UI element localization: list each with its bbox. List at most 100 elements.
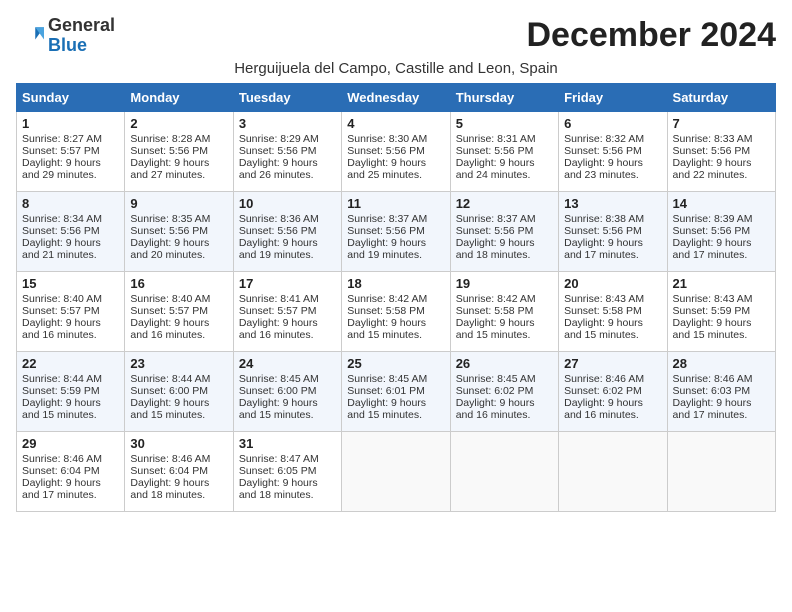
daylight: Daylight: 9 hours and 17 minutes. [564,237,643,261]
calendar-cell: 11Sunrise: 8:37 AMSunset: 5:56 PMDayligh… [342,191,450,271]
sunset: Sunset: 5:56 PM [347,225,425,237]
calendar-cell: 15Sunrise: 8:40 AMSunset: 5:57 PMDayligh… [17,271,125,351]
calendar-cell: 29Sunrise: 8:46 AMSunset: 6:04 PMDayligh… [17,431,125,511]
calendar-cell: 26Sunrise: 8:45 AMSunset: 6:02 PMDayligh… [450,351,558,431]
calendar-week-row: 22Sunrise: 8:44 AMSunset: 5:59 PMDayligh… [17,351,776,431]
sunrise: Sunrise: 8:42 AM [456,293,536,305]
daylight: Daylight: 9 hours and 15 minutes. [456,317,535,341]
sunset: Sunset: 5:56 PM [22,225,100,237]
daylight: Daylight: 9 hours and 25 minutes. [347,157,426,181]
sunrise: Sunrise: 8:43 AM [673,293,753,305]
calendar-cell [342,431,450,511]
day-number: 5 [456,116,553,131]
sunrise: Sunrise: 8:36 AM [239,213,319,225]
daylight: Daylight: 9 hours and 16 minutes. [22,317,101,341]
sunset: Sunset: 5:58 PM [456,305,534,317]
sunrise: Sunrise: 8:29 AM [239,133,319,145]
sunset: Sunset: 5:56 PM [239,145,317,157]
logo-general: General [48,15,115,35]
sunset: Sunset: 6:05 PM [239,465,317,477]
calendar-cell: 24Sunrise: 8:45 AMSunset: 6:00 PMDayligh… [233,351,341,431]
day-number: 21 [673,276,770,291]
daylight: Daylight: 9 hours and 15 minutes. [564,317,643,341]
day-number: 30 [130,436,227,451]
calendar-cell [450,431,558,511]
daylight: Daylight: 9 hours and 29 minutes. [22,157,101,181]
daylight: Daylight: 9 hours and 24 minutes. [456,157,535,181]
calendar-week-row: 1Sunrise: 8:27 AMSunset: 5:57 PMDaylight… [17,111,776,191]
day-header-saturday: Saturday [667,83,775,111]
daylight: Daylight: 9 hours and 15 minutes. [130,397,209,421]
daylight: Daylight: 9 hours and 21 minutes. [22,237,101,261]
calendar-week-row: 8Sunrise: 8:34 AMSunset: 5:56 PMDaylight… [17,191,776,271]
sunset: Sunset: 6:03 PM [673,385,751,397]
sunset: Sunset: 6:02 PM [564,385,642,397]
sunrise: Sunrise: 8:37 AM [456,213,536,225]
sunset: Sunset: 5:59 PM [22,385,100,397]
sunset: Sunset: 5:56 PM [347,145,425,157]
sunset: Sunset: 5:56 PM [564,225,642,237]
sunrise: Sunrise: 8:35 AM [130,213,210,225]
sunrise: Sunrise: 8:38 AM [564,213,644,225]
sunset: Sunset: 5:59 PM [673,305,751,317]
day-number: 6 [564,116,661,131]
day-number: 4 [347,116,444,131]
calendar-cell: 13Sunrise: 8:38 AMSunset: 5:56 PMDayligh… [559,191,667,271]
day-number: 25 [347,356,444,371]
daylight: Daylight: 9 hours and 18 minutes. [456,237,535,261]
sunset: Sunset: 5:56 PM [673,145,751,157]
calendar-cell: 28Sunrise: 8:46 AMSunset: 6:03 PMDayligh… [667,351,775,431]
sunrise: Sunrise: 8:32 AM [564,133,644,145]
calendar-cell: 3Sunrise: 8:29 AMSunset: 5:56 PMDaylight… [233,111,341,191]
day-number: 1 [22,116,119,131]
header: General Blue December 2024 [16,16,776,56]
calendar-cell: 7Sunrise: 8:33 AMSunset: 5:56 PMDaylight… [667,111,775,191]
sunset: Sunset: 5:56 PM [130,145,208,157]
sunrise: Sunrise: 8:43 AM [564,293,644,305]
day-header-wednesday: Wednesday [342,83,450,111]
day-number: 15 [22,276,119,291]
sunset: Sunset: 6:04 PM [130,465,208,477]
daylight: Daylight: 9 hours and 17 minutes. [22,477,101,501]
day-number: 3 [239,116,336,131]
sunrise: Sunrise: 8:46 AM [564,373,644,385]
calendar-cell: 27Sunrise: 8:46 AMSunset: 6:02 PMDayligh… [559,351,667,431]
daylight: Daylight: 9 hours and 16 minutes. [456,397,535,421]
sunset: Sunset: 5:56 PM [456,225,534,237]
day-number: 26 [456,356,553,371]
sunset: Sunset: 6:01 PM [347,385,425,397]
calendar-cell: 6Sunrise: 8:32 AMSunset: 5:56 PMDaylight… [559,111,667,191]
day-header-friday: Friday [559,83,667,111]
day-header-thursday: Thursday [450,83,558,111]
sunrise: Sunrise: 8:27 AM [22,133,102,145]
sunset: Sunset: 5:57 PM [22,305,100,317]
day-number: 14 [673,196,770,211]
calendar-cell [559,431,667,511]
sunset: Sunset: 5:57 PM [130,305,208,317]
sunset: Sunset: 6:00 PM [130,385,208,397]
sunset: Sunset: 6:00 PM [239,385,317,397]
day-header-tuesday: Tuesday [233,83,341,111]
day-number: 20 [564,276,661,291]
daylight: Daylight: 9 hours and 16 minutes. [130,317,209,341]
daylight: Daylight: 9 hours and 15 minutes. [673,317,752,341]
sunrise: Sunrise: 8:45 AM [456,373,536,385]
day-number: 22 [22,356,119,371]
calendar-cell: 14Sunrise: 8:39 AMSunset: 5:56 PMDayligh… [667,191,775,271]
daylight: Daylight: 9 hours and 22 minutes. [673,157,752,181]
sunrise: Sunrise: 8:31 AM [456,133,536,145]
daylight: Daylight: 9 hours and 16 minutes. [564,397,643,421]
sunset: Sunset: 5:57 PM [22,145,100,157]
day-number: 11 [347,196,444,211]
sunrise: Sunrise: 8:44 AM [130,373,210,385]
sunrise: Sunrise: 8:39 AM [673,213,753,225]
sunrise: Sunrise: 8:44 AM [22,373,102,385]
daylight: Daylight: 9 hours and 19 minutes. [347,237,426,261]
calendar-cell: 5Sunrise: 8:31 AMSunset: 5:56 PMDaylight… [450,111,558,191]
calendar-cell: 25Sunrise: 8:45 AMSunset: 6:01 PMDayligh… [342,351,450,431]
daylight: Daylight: 9 hours and 16 minutes. [239,317,318,341]
sunrise: Sunrise: 8:45 AM [347,373,427,385]
calendar-cell: 12Sunrise: 8:37 AMSunset: 5:56 PMDayligh… [450,191,558,271]
sunset: Sunset: 5:58 PM [564,305,642,317]
day-number: 2 [130,116,227,131]
